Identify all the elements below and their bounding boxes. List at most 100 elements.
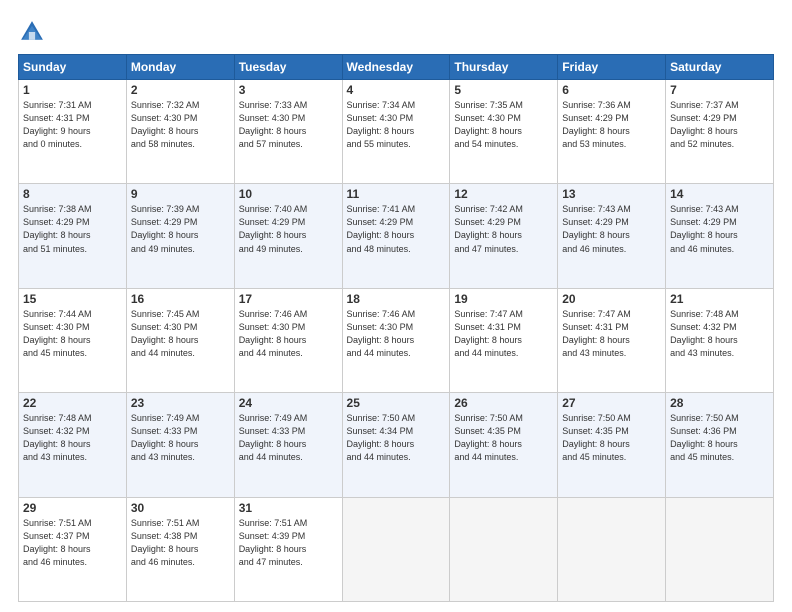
day-cell-15: 15 Sunrise: 7:44 AM Sunset: 4:30 PM Dayli… [19,288,127,392]
day-number: 26 [454,396,553,410]
day-number: 28 [670,396,769,410]
day-number: 24 [239,396,338,410]
day-cell-4: 4 Sunrise: 7:34 AM Sunset: 4:30 PM Daylig… [342,80,450,184]
day-info: Sunrise: 7:42 AM Sunset: 4:29 PM Dayligh… [454,203,553,255]
day-info: Sunrise: 7:33 AM Sunset: 4:30 PM Dayligh… [239,99,338,151]
day-number: 11 [347,187,446,201]
day-cell-13: 13Sunrise: 7:43 AM Sunset: 4:29 PM Dayli… [558,184,666,288]
day-info: Sunrise: 7:46 AM Sunset: 4:30 PM Dayligh… [347,308,446,360]
day-info: Sunrise: 7:50 AM Sunset: 4:34 PM Dayligh… [347,412,446,464]
empty-cell [666,497,774,601]
day-cell-9: 9 Sunrise: 7:39 AM Sunset: 4:29 PM Daylig… [126,184,234,288]
week-row-3: 15 Sunrise: 7:44 AM Sunset: 4:30 PM Dayli… [19,288,774,392]
day-number: 10 [239,187,338,201]
day-info: Sunrise: 7:32 AM Sunset: 4:30 PM Dayligh… [131,99,230,151]
day-cell-25: 25 Sunrise: 7:50 AM Sunset: 4:34 PM Dayli… [342,393,450,497]
day-info: Sunrise: 7:49 AM Sunset: 4:33 PM Dayligh… [131,412,230,464]
day-cell-16: 16 Sunrise: 7:45 AM Sunset: 4:30 PM Dayli… [126,288,234,392]
empty-cell [342,497,450,601]
day-number: 27 [562,396,661,410]
day-cell-2: 2 Sunrise: 7:32 AM Sunset: 4:30 PM Daylig… [126,80,234,184]
day-cell-31: 31 Sunrise: 7:51 AM Sunset: 4:39 PM Dayli… [234,497,342,601]
weekday-header-monday: Monday [126,55,234,80]
day-info: Sunrise: 7:43 AM Sunset: 4:29 PM Dayligh… [670,203,769,255]
day-info: Sunrise: 7:45 AM Sunset: 4:30 PM Dayligh… [131,308,230,360]
day-info: Sunrise: 7:34 AM Sunset: 4:30 PM Dayligh… [347,99,446,151]
day-info: Sunrise: 7:38 AM Sunset: 4:29 PM Dayligh… [23,203,122,255]
day-number: 29 [23,501,122,515]
day-cell-14: 14 Sunrise: 7:43 AM Sunset: 4:29 PM Dayli… [666,184,774,288]
weekday-header-wednesday: Wednesday [342,55,450,80]
empty-cell [558,497,666,601]
day-cell-23: 23 Sunrise: 7:49 AM Sunset: 4:33 PM Dayli… [126,393,234,497]
day-number: 25 [347,396,446,410]
day-info: Sunrise: 7:50 AM Sunset: 4:36 PM Dayligh… [670,412,769,464]
week-row-2: 8 Sunrise: 7:38 AM Sunset: 4:29 PM Daylig… [19,184,774,288]
day-number: 16 [131,292,230,306]
day-number: 4 [347,83,446,97]
day-info: Sunrise: 7:46 AM Sunset: 4:30 PM Dayligh… [239,308,338,360]
weekday-header-sunday: Sunday [19,55,127,80]
day-info: Sunrise: 7:51 AM Sunset: 4:39 PM Dayligh… [239,517,338,569]
day-info: Sunrise: 7:49 AM Sunset: 4:33 PM Dayligh… [239,412,338,464]
day-info: Sunrise: 7:35 AM Sunset: 4:30 PM Dayligh… [454,99,553,151]
week-row-4: 22Sunrise: 7:48 AM Sunset: 4:32 PM Dayli… [19,393,774,497]
day-cell-22: 22Sunrise: 7:48 AM Sunset: 4:32 PM Dayli… [19,393,127,497]
day-number: 17 [239,292,338,306]
day-cell-19: 19 Sunrise: 7:47 AM Sunset: 4:31 PM Dayli… [450,288,558,392]
day-cell-7: 7 Sunrise: 7:37 AM Sunset: 4:29 PM Daylig… [666,80,774,184]
day-number: 3 [239,83,338,97]
day-number: 5 [454,83,553,97]
day-number: 23 [131,396,230,410]
day-cell-27: 27 Sunrise: 7:50 AM Sunset: 4:35 PM Dayli… [558,393,666,497]
day-number: 30 [131,501,230,515]
day-info: Sunrise: 7:43 AM Sunset: 4:29 PM Dayligh… [562,203,661,255]
day-cell-3: 3 Sunrise: 7:33 AM Sunset: 4:30 PM Daylig… [234,80,342,184]
day-number: 8 [23,187,122,201]
day-number: 20 [562,292,661,306]
page: SundayMondayTuesdayWednesdayThursdayFrid… [0,0,792,612]
week-row-5: 29 Sunrise: 7:51 AM Sunset: 4:37 PM Dayli… [19,497,774,601]
day-number: 2 [131,83,230,97]
weekday-header-saturday: Saturday [666,55,774,80]
day-cell-20: 20Sunrise: 7:47 AM Sunset: 4:31 PM Dayli… [558,288,666,392]
day-number: 19 [454,292,553,306]
day-number: 14 [670,187,769,201]
day-number: 15 [23,292,122,306]
weekday-header-friday: Friday [558,55,666,80]
day-number: 31 [239,501,338,515]
day-info: Sunrise: 7:31 AM Sunset: 4:31 PM Dayligh… [23,99,122,151]
day-number: 9 [131,187,230,201]
day-cell-5: 5 Sunrise: 7:35 AM Sunset: 4:30 PM Daylig… [450,80,558,184]
week-row-1: 1 Sunrise: 7:31 AM Sunset: 4:31 PM Daylig… [19,80,774,184]
day-cell-18: 18 Sunrise: 7:46 AM Sunset: 4:30 PM Dayli… [342,288,450,392]
day-number: 22 [23,396,122,410]
day-info: Sunrise: 7:48 AM Sunset: 4:32 PM Dayligh… [670,308,769,360]
day-cell-1: 1 Sunrise: 7:31 AM Sunset: 4:31 PM Daylig… [19,80,127,184]
day-info: Sunrise: 7:44 AM Sunset: 4:30 PM Dayligh… [23,308,122,360]
weekday-header-thursday: Thursday [450,55,558,80]
header [18,18,774,46]
day-info: Sunrise: 7:40 AM Sunset: 4:29 PM Dayligh… [239,203,338,255]
day-info: Sunrise: 7:39 AM Sunset: 4:29 PM Dayligh… [131,203,230,255]
day-info: Sunrise: 7:51 AM Sunset: 4:37 PM Dayligh… [23,517,122,569]
day-number: 21 [670,292,769,306]
day-info: Sunrise: 7:50 AM Sunset: 4:35 PM Dayligh… [562,412,661,464]
day-cell-11: 11 Sunrise: 7:41 AM Sunset: 4:29 PM Dayli… [342,184,450,288]
weekday-header-row: SundayMondayTuesdayWednesdayThursdayFrid… [19,55,774,80]
day-cell-26: 26Sunrise: 7:50 AM Sunset: 4:35 PM Dayli… [450,393,558,497]
empty-cell [450,497,558,601]
day-info: Sunrise: 7:47 AM Sunset: 4:31 PM Dayligh… [454,308,553,360]
day-number: 18 [347,292,446,306]
day-number: 7 [670,83,769,97]
day-cell-21: 21 Sunrise: 7:48 AM Sunset: 4:32 PM Dayli… [666,288,774,392]
day-cell-10: 10 Sunrise: 7:40 AM Sunset: 4:29 PM Dayli… [234,184,342,288]
day-number: 1 [23,83,122,97]
day-cell-24: 24 Sunrise: 7:49 AM Sunset: 4:33 PM Dayli… [234,393,342,497]
logo-icon [18,18,46,46]
day-cell-29: 29 Sunrise: 7:51 AM Sunset: 4:37 PM Dayli… [19,497,127,601]
day-info: Sunrise: 7:41 AM Sunset: 4:29 PM Dayligh… [347,203,446,255]
day-info: Sunrise: 7:37 AM Sunset: 4:29 PM Dayligh… [670,99,769,151]
calendar-table: SundayMondayTuesdayWednesdayThursdayFrid… [18,54,774,602]
day-info: Sunrise: 7:36 AM Sunset: 4:29 PM Dayligh… [562,99,661,151]
